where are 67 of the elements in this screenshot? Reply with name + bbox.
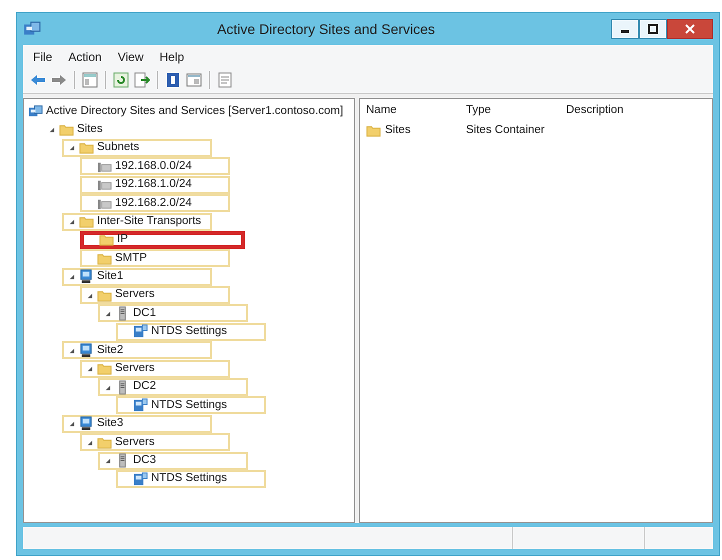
minimize-button[interactable] [611, 19, 639, 39]
settings-object-icon [133, 472, 148, 486]
tree-item[interactable]: Servers [80, 360, 230, 378]
tree-item[interactable]: 192.168.0.0/24 [80, 157, 230, 176]
expanded-arrow-icon [104, 457, 110, 464]
export-icon [134, 72, 150, 88]
list-cell-text: Sites Container [466, 123, 545, 138]
maximize-button[interactable] [639, 19, 667, 39]
column-header[interactable]: Description [566, 102, 706, 120]
pane-icon [82, 72, 98, 88]
menu-item[interactable]: Action [62, 47, 108, 67]
directory-icon [28, 104, 43, 119]
column-header[interactable]: Name [366, 102, 466, 120]
tree-item[interactable]: 192.168.1.0/24 [80, 176, 230, 194]
tree-item[interactable]: Servers [80, 433, 230, 452]
monitor-icon [79, 416, 94, 432]
list-cell-text: Sites [385, 123, 411, 138]
window-icon [186, 72, 202, 88]
settings-object-icon [133, 324, 148, 340]
tree-item[interactable]: SMTP [80, 249, 230, 268]
expanded-arrow-icon [68, 420, 74, 428]
export-button[interactable] [133, 71, 151, 89]
tree-item[interactable]: DC2 [98, 378, 248, 396]
expanded-arrow-icon [48, 126, 54, 134]
refresh-button[interactable] [112, 71, 130, 89]
document-button[interactable] [216, 71, 234, 89]
expanded-arrow-icon [68, 144, 74, 152]
tree-item[interactable]: NTDS Settings [116, 470, 266, 488]
tree-item[interactable]: Subnets [62, 138, 212, 157]
menu-item[interactable]: View [112, 47, 150, 67]
expanded-arrow-icon [104, 384, 110, 391]
close-button[interactable] [667, 19, 713, 39]
monitor-icon [79, 342, 94, 358]
tree-item[interactable]: Site3 [62, 414, 212, 433]
window-button[interactable] [185, 71, 203, 89]
expanded-arrow-icon [86, 365, 92, 372]
settings-object-icon [133, 398, 148, 413]
column-header[interactable]: Type [466, 102, 566, 120]
tree-item[interactable]: Site2 [62, 341, 212, 360]
expanded-arrow-icon [68, 346, 74, 354]
tree-item[interactable]: DC1 [98, 304, 248, 322]
expanded-arrow-icon [86, 292, 92, 299]
menu-item[interactable]: File [27, 47, 58, 67]
monitor-icon [79, 269, 94, 284]
tree-item[interactable]: 192.168.2.0/24 [80, 194, 230, 212]
tree-item[interactable]: Site1 [62, 268, 212, 286]
pane-button[interactable] [81, 71, 99, 89]
expanded-arrow-icon [68, 273, 74, 280]
maximize-icon [648, 24, 658, 34]
menu-item[interactable]: Help [154, 47, 190, 67]
document-icon [217, 72, 233, 88]
tree-item[interactable]: NTDS Settings [116, 322, 266, 341]
refresh-icon [113, 72, 129, 88]
expanded-arrow-icon [104, 310, 110, 317]
tree-item[interactable]: Inter-Site Transports [62, 212, 212, 231]
tree-item[interactable]: Sites [44, 120, 107, 139]
tree-item[interactable]: DC3 [98, 452, 248, 470]
tree-item[interactable]: NTDS Settings [116, 396, 266, 414]
tree-item[interactable]: IP [80, 230, 245, 249]
close-icon [685, 24, 695, 34]
forward-arrow-icon [51, 72, 67, 88]
window-title: Active Directory Sites and Services [216, 20, 436, 39]
back-arrow-icon [30, 72, 46, 88]
expanded-arrow-icon [86, 438, 92, 446]
expanded-arrow-icon [68, 218, 74, 226]
tree-item[interactable]: Active Directory Sites and Services [Server1.contoso.com] [26, 102, 348, 120]
tree-item[interactable]: Servers [80, 286, 230, 304]
